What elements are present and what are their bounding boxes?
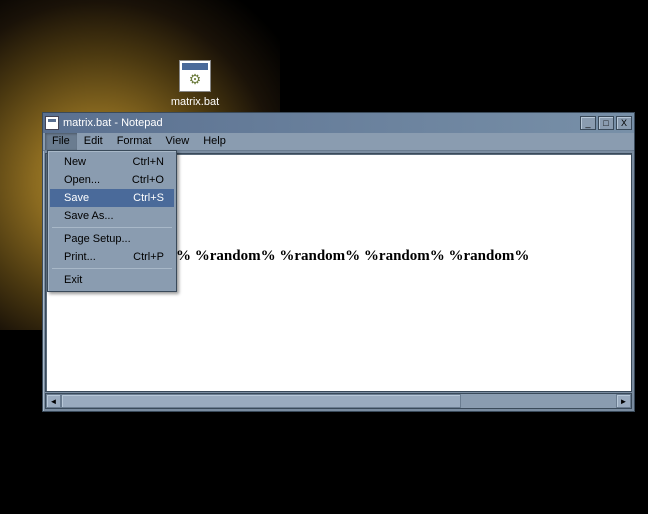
scroll-thumb[interactable]	[61, 394, 461, 408]
menu-item-shortcut: Ctrl+P	[133, 251, 164, 263]
editor-content: % %random% %random% %random% %random%	[176, 248, 529, 265]
menu-format[interactable]: Format	[110, 133, 159, 150]
maximize-button[interactable]: □	[598, 116, 614, 130]
menu-item-label: Exit	[64, 274, 164, 286]
file-menu-dropdown: New Ctrl+N Open... Ctrl+O Save Ctrl+S Sa…	[47, 150, 177, 292]
menu-item-shortcut: Ctrl+O	[132, 174, 164, 186]
menu-item-label: Open...	[64, 174, 132, 186]
close-button[interactable]: X	[616, 116, 632, 130]
menubar: File Edit Format View Help	[43, 133, 634, 151]
menu-separator	[52, 227, 172, 228]
menu-separator	[52, 268, 172, 269]
menu-item-save-as[interactable]: Save As...	[50, 207, 174, 225]
scroll-right-button[interactable]: ►	[616, 394, 631, 408]
menu-item-label: New	[64, 156, 133, 168]
scroll-track[interactable]	[61, 394, 616, 408]
menu-item-page-setup[interactable]: Page Setup...	[50, 230, 174, 248]
menu-item-label: Save	[64, 192, 133, 204]
titlebar[interactable]: matrix.bat - Notepad _ □ X	[43, 113, 634, 133]
menu-item-label: Print...	[64, 251, 133, 263]
minimize-button[interactable]: _	[580, 116, 596, 130]
menu-item-label: Save As...	[64, 210, 164, 222]
menu-item-label: Page Setup...	[64, 233, 164, 245]
menu-item-exit[interactable]: Exit	[50, 271, 174, 289]
menu-item-shortcut: Ctrl+N	[133, 156, 164, 168]
menu-file[interactable]: File	[45, 133, 77, 150]
menu-item-print[interactable]: Print... Ctrl+P	[50, 248, 174, 266]
window-controls: _ □ X	[580, 116, 632, 130]
menu-item-new[interactable]: New Ctrl+N	[50, 153, 174, 171]
menu-item-open[interactable]: Open... Ctrl+O	[50, 171, 174, 189]
notepad-app-icon	[45, 116, 59, 130]
menu-help[interactable]: Help	[196, 133, 233, 150]
scroll-left-button[interactable]: ◄	[46, 394, 61, 408]
menu-edit[interactable]: Edit	[77, 133, 110, 150]
window-title: matrix.bat - Notepad	[63, 117, 580, 129]
horizontal-scrollbar[interactable]: ◄ ►	[45, 393, 632, 409]
menu-item-shortcut: Ctrl+S	[133, 192, 164, 204]
desktop-icon-matrix-bat[interactable]: matrix.bat	[170, 60, 220, 108]
desktop-icon-label: matrix.bat	[170, 96, 220, 108]
batch-file-icon	[179, 60, 211, 92]
menu-view[interactable]: View	[159, 133, 197, 150]
menu-item-save[interactable]: Save Ctrl+S	[50, 189, 174, 207]
